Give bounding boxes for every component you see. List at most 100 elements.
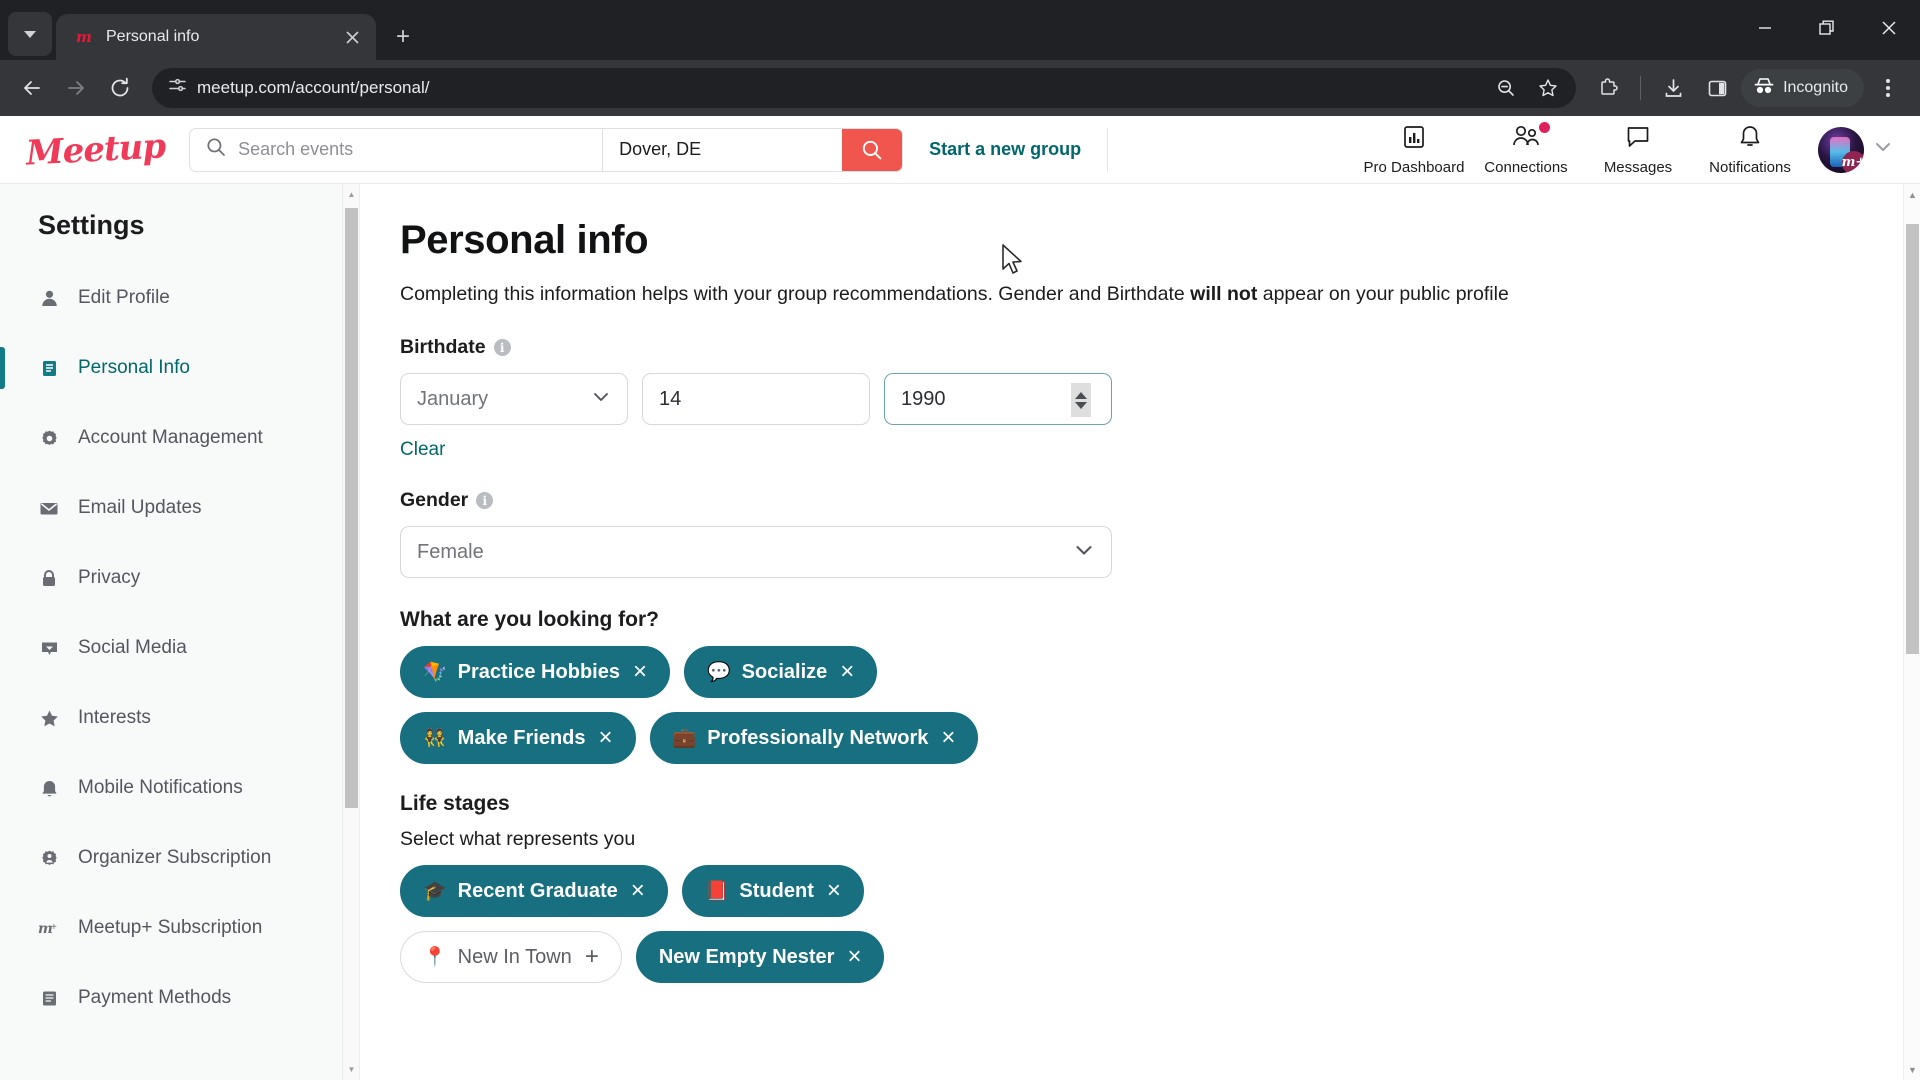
remove-icon[interactable]: × <box>827 879 841 903</box>
tab-search-button[interactable] <box>8 12 52 56</box>
start-a-new-group-link[interactable]: Start a new group <box>929 139 1081 160</box>
people-icon <box>1511 124 1541 155</box>
pill-practice-hobbies[interactable]: 🪁 Practice Hobbies × <box>400 646 670 698</box>
sidebar-item-label: Mobile Notifications <box>78 777 243 798</box>
clear-birthdate-link[interactable]: Clear <box>400 439 445 461</box>
sidebar-item-social-media[interactable]: Social Media <box>0 613 359 683</box>
nav-connections[interactable]: Connections <box>1470 121 1582 176</box>
nav-pro-dashboard[interactable]: Pro Dashboard <box>1358 124 1470 176</box>
search-submit-button[interactable] <box>842 128 903 171</box>
spinner-down-icon[interactable] <box>1075 401 1087 409</box>
downloads-icon[interactable] <box>1653 68 1693 108</box>
birth-day-input[interactable]: 14 <box>642 373 870 425</box>
zoom-out-icon[interactable] <box>1486 68 1526 108</box>
year-spinner[interactable] <box>1071 383 1091 417</box>
meetup-logo[interactable]: Meetup <box>25 126 166 173</box>
window-controls <box>1734 0 1920 56</box>
pill-make-friends[interactable]: 👯 Make Friends × <box>400 712 636 764</box>
maximize-button[interactable] <box>1796 0 1858 56</box>
remove-icon[interactable]: × <box>633 660 647 684</box>
info-icon[interactable]: i <box>476 492 494 509</box>
bookmark-star-icon[interactable] <box>1528 68 1568 108</box>
remove-icon[interactable]: × <box>631 879 645 903</box>
speech-balloon-icon: 💬 <box>706 661 731 683</box>
sidebar-item-organizer-subscription[interactable]: Organizer Subscription <box>0 823 359 893</box>
pill-professionally-network[interactable]: 💼 Professionally Network × <box>649 712 979 764</box>
scroll-down-icon[interactable]: ▼ <box>1904 1061 1920 1078</box>
sidebar-item-label: Payment Methods <box>78 987 232 1008</box>
pill-new-in-town[interactable]: 📍 New In Town + <box>400 931 622 983</box>
sidebar-item-label: Interests <box>78 707 151 728</box>
birth-month-select[interactable]: January <box>400 373 628 425</box>
scroll-down-icon[interactable]: ▼ <box>343 1061 360 1078</box>
scroll-up-icon[interactable]: ▲ <box>343 186 360 203</box>
spinner-up-icon[interactable] <box>1075 391 1087 399</box>
pushpin-icon: 📍 <box>423 946 447 968</box>
gender-select[interactable]: Female <box>400 526 1112 578</box>
sidebar-item-meetup-plus-subscription[interactable]: m + Meetup+ Subscription <box>0 893 359 963</box>
extensions-icon[interactable] <box>1588 68 1628 108</box>
sidebar-item-privacy[interactable]: Privacy <box>0 543 359 613</box>
pill-new-empty-nester[interactable]: New Empty Nester × <box>635 931 885 983</box>
incognito-profile-button[interactable]: Incognito <box>1741 69 1864 107</box>
side-panel-icon[interactable] <box>1697 68 1737 108</box>
chevron-down-icon[interactable] <box>1872 136 1894 163</box>
sidebar-item-mobile-notifications[interactable]: Mobile Notifications <box>0 753 359 823</box>
pill-student[interactable]: 📕 Student × <box>681 865 864 917</box>
location-input[interactable]: Dover, DE <box>602 128 842 171</box>
incognito-icon <box>1753 76 1775 101</box>
info-icon[interactable]: i <box>493 339 511 356</box>
reload-button[interactable] <box>100 68 140 108</box>
sidebar-item-personal-info[interactable]: Personal Info <box>0 333 359 403</box>
remove-icon[interactable]: × <box>599 726 613 750</box>
tab-title: Personal info <box>106 28 200 45</box>
sidebar-item-account-management[interactable]: Account Management <box>0 403 359 473</box>
pill-socialize[interactable]: 💬 Socialize × <box>683 646 878 698</box>
sidebar-item-label: Email Updates <box>78 497 202 518</box>
close-window-button[interactable] <box>1858 0 1920 56</box>
envelope-icon <box>38 499 60 518</box>
sidebar-item-payment-methods[interactable]: Payment Methods <box>0 963 359 1033</box>
book-icon: 📕 <box>704 880 729 902</box>
chevron-down-icon <box>24 30 36 38</box>
nav-notifications[interactable]: Notifications <box>1694 124 1806 176</box>
bell-icon <box>1737 124 1763 155</box>
profile-menu[interactable]: m+ <box>1818 126 1894 173</box>
chrome-menu-icon[interactable] <box>1868 68 1908 108</box>
incognito-label: Incognito <box>1783 79 1848 96</box>
sidebar-item-interests[interactable]: Interests <box>0 683 359 753</box>
scroll-up-icon[interactable]: ▲ <box>1904 186 1920 203</box>
close-icon[interactable] <box>340 25 364 49</box>
sidebar-item-edit-profile[interactable]: Edit Profile <box>0 263 359 333</box>
site-info-icon[interactable] <box>168 76 187 100</box>
remove-icon[interactable]: × <box>847 945 861 969</box>
sidebar-item-email-updates[interactable]: Email Updates <box>0 473 359 543</box>
page-scrollbar[interactable]: ▲ ▼ <box>1903 184 1920 1080</box>
back-button[interactable] <box>12 68 52 108</box>
add-icon[interactable]: + <box>585 945 599 969</box>
nav-label: Notifications <box>1709 158 1791 176</box>
remove-icon[interactable]: × <box>840 660 854 684</box>
birthdate-label-row: Birthdate i <box>400 336 1903 359</box>
life-stages-pills-row-2: 📍 New In Town + New Empty Nester × <box>400 931 1903 983</box>
pill-label: New In Town <box>457 945 572 968</box>
page-viewport: Meetup Search events Dover, DE Start a n… <box>0 116 1920 1080</box>
page-scrollbar-thumb[interactable] <box>1906 224 1919 654</box>
connections-badge <box>1539 121 1550 133</box>
nav-messages[interactable]: Messages <box>1582 124 1694 176</box>
avatar[interactable]: m+ <box>1818 126 1864 173</box>
pill-label: Recent Graduate <box>457 879 618 902</box>
sidebar-scrollbar[interactable]: ▲ ▼ <box>342 184 359 1080</box>
chart-bar-icon <box>1401 124 1427 155</box>
pill-recent-graduate[interactable]: 🎓 Recent Graduate × <box>400 865 668 917</box>
birth-year-input[interactable]: 1990 <box>884 373 1112 425</box>
forward-button[interactable] <box>56 68 96 108</box>
browser-tab[interactable]: m Personal info <box>56 14 376 60</box>
minimize-button[interactable] <box>1734 0 1796 56</box>
sidebar-scrollbar-thumb[interactable] <box>345 208 358 808</box>
page-title: Personal info <box>400 218 649 262</box>
remove-icon[interactable]: × <box>941 726 955 750</box>
search-input[interactable]: Search events <box>190 129 602 171</box>
address-bar[interactable]: meetup.com/account/personal/ <box>152 68 1577 108</box>
new-tab-button[interactable]: + <box>386 20 420 54</box>
